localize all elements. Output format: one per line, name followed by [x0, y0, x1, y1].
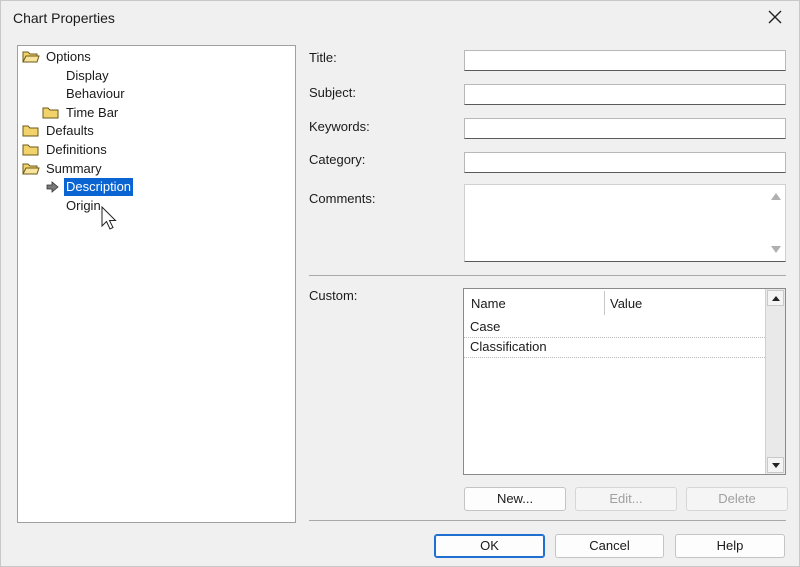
category-label: Category: — [309, 152, 366, 167]
close-button[interactable] — [757, 3, 793, 31]
title-input[interactable] — [464, 50, 786, 71]
folder-icon — [22, 125, 39, 137]
tree-item-options[interactable]: Options — [22, 48, 93, 66]
subject-input[interactable] — [464, 84, 786, 105]
tree-item-defaults[interactable]: Defaults — [22, 122, 96, 140]
tree-item-time-bar[interactable]: Time Bar — [42, 104, 120, 122]
comments-label: Comments: — [309, 191, 376, 206]
separator — [309, 275, 786, 276]
tree-item-label: Description — [64, 178, 134, 196]
custom-label: Custom: — [309, 288, 358, 303]
table-row[interactable]: Classification — [464, 337, 765, 358]
grid-scrollbar[interactable] — [765, 289, 785, 474]
tree-item-origin[interactable]: Origin — [64, 197, 103, 215]
tree-item-display[interactable]: Display — [64, 67, 111, 85]
title-label: Title: — [309, 50, 337, 65]
tree-item-summary[interactable]: Summary — [22, 160, 104, 178]
tree-item-label: Time Bar — [66, 105, 119, 120]
keywords-label: Keywords: — [309, 119, 370, 134]
chevron-down-icon — [771, 462, 780, 468]
tree-item-label: Behaviour — [66, 86, 125, 101]
column-header-name[interactable]: Name — [471, 296, 506, 311]
separator — [309, 520, 786, 521]
table-row[interactable]: Case — [464, 317, 765, 338]
cancel-button[interactable]: Cancel — [555, 534, 664, 558]
tree-item-definitions[interactable]: Definitions — [22, 141, 109, 159]
tree-item-label: Options — [46, 49, 91, 64]
tree-item-label: Display — [66, 68, 109, 83]
tree-item-label: Summary — [46, 161, 102, 176]
tree-item-label: Definitions — [46, 142, 107, 157]
title-bar: Chart Properties — [1, 1, 799, 35]
help-button[interactable]: Help — [675, 534, 785, 558]
comments-textarea[interactable] — [464, 184, 786, 262]
tree-item-label: Origin — [66, 198, 101, 213]
tree-item-description[interactable]: Description — [46, 178, 134, 196]
category-input[interactable] — [464, 152, 786, 173]
edit-button[interactable]: Edit... — [575, 487, 677, 511]
folder-open-icon — [22, 163, 40, 175]
arrow-right-icon — [46, 181, 59, 193]
tree-item-behaviour[interactable]: Behaviour — [64, 85, 127, 103]
close-icon — [768, 10, 782, 24]
grid-header: Name Value — [464, 289, 765, 319]
scroll-up-icon[interactable] — [771, 193, 781, 200]
scroll-up-button[interactable] — [767, 290, 784, 306]
new-button[interactable]: New... — [464, 487, 566, 511]
cell-name: Classification — [470, 339, 547, 354]
tree-item-label: Defaults — [46, 123, 94, 138]
column-header-value[interactable]: Value — [610, 296, 642, 311]
chart-properties-dialog: Chart Properties Options Display Behavio… — [0, 0, 800, 567]
cell-name: Case — [470, 319, 501, 334]
mouse-cursor-icon — [101, 206, 117, 230]
keywords-input[interactable] — [464, 118, 786, 139]
window-title: Chart Properties — [13, 10, 115, 26]
scroll-down-button[interactable] — [767, 457, 784, 473]
delete-button[interactable]: Delete — [686, 487, 788, 511]
ok-button[interactable]: OK — [434, 534, 545, 558]
folder-icon — [22, 144, 39, 156]
folder-open-icon — [22, 51, 40, 63]
folder-icon — [42, 107, 59, 119]
chevron-up-icon — [771, 295, 780, 301]
category-tree[interactable]: Options Display Behaviour Time Bar Defau… — [17, 45, 296, 523]
custom-properties-grid[interactable]: Name Value Case Classification — [463, 288, 786, 475]
column-divider[interactable] — [604, 291, 605, 315]
scroll-down-icon[interactable] — [771, 246, 781, 253]
subject-label: Subject: — [309, 85, 356, 100]
